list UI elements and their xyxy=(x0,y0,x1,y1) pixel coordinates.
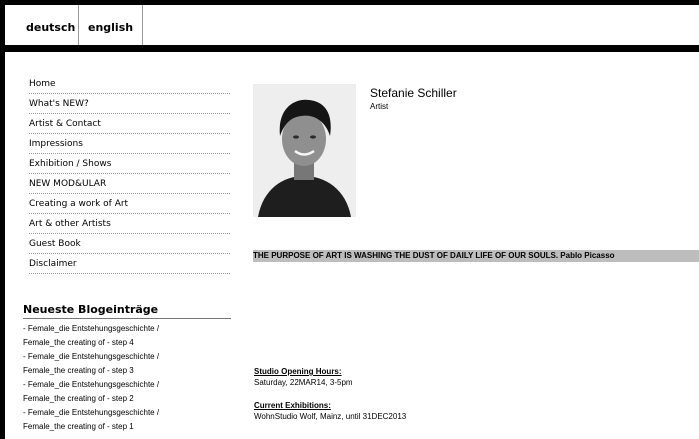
blog-section-title: Neueste Blogeinträge xyxy=(23,303,159,316)
nav-item-creating-work-of-art[interactable]: Creating a work of Art xyxy=(29,194,230,214)
nav-item-disclaimer[interactable]: Disclaimer xyxy=(29,254,230,274)
artist-name: Stefanie Schiller xyxy=(370,86,457,100)
blog-entry-link[interactable]: - Female_die Entstehungsgeschichte / xyxy=(23,406,253,420)
nav-item-whats-new[interactable]: What's NEW? xyxy=(29,94,230,114)
blog-entry-link[interactable]: - Female_die Entstehungsgeschichte / xyxy=(23,350,253,364)
blog-entry-link[interactable]: Female_the creating of - step 2 xyxy=(23,392,253,406)
blog-entries-list: - Female_die Entstehungsgeschichte / Fem… xyxy=(23,322,253,434)
studio-hours-block: Studio Opening Hours: Saturday, 22MAR14,… xyxy=(254,366,353,388)
studio-hours-heading: Studio Opening Hours: xyxy=(254,367,342,376)
nav-item-guest-book[interactable]: Guest Book xyxy=(29,234,230,254)
main-navigation: Home What's NEW? Artist & Contact Impres… xyxy=(29,74,230,274)
nav-item-exhibition-shows[interactable]: Exhibition / Shows xyxy=(29,154,230,174)
nav-item-new-modular[interactable]: NEW MOD&ULAR xyxy=(29,174,230,194)
blog-entry-link[interactable]: Female_the creating of - step 4 xyxy=(23,336,253,350)
blog-entry-link[interactable]: - Female_die Entstehungsgeschichte / xyxy=(23,378,253,392)
language-link-deutsch[interactable]: deutsch xyxy=(17,5,84,45)
current-exhibitions-heading: Current Exhibitions: xyxy=(254,401,331,410)
blog-divider xyxy=(23,318,231,319)
nav-item-artist-contact[interactable]: Artist & Contact xyxy=(29,114,230,134)
nav-item-art-other-artists[interactable]: Art & other Artists xyxy=(29,214,230,234)
artist-portrait-photo xyxy=(253,84,356,217)
blog-entry-link[interactable]: - Female_die Entstehungsgeschichte / xyxy=(23,322,253,336)
nav-item-impressions[interactable]: Impressions xyxy=(29,134,230,154)
current-exhibitions-text: WohnStudio Wolf, Mainz, until 31DEC2013 xyxy=(254,412,407,421)
page: deutsch english Home What's NEW? Artist … xyxy=(5,5,699,439)
language-bar: deutsch english xyxy=(5,5,699,45)
header-bar xyxy=(5,45,699,52)
quote-banner: THE PURPOSE OF ART IS WASHING THE DUST O… xyxy=(253,250,699,262)
language-link-english[interactable]: english xyxy=(78,5,144,45)
nav-item-home[interactable]: Home xyxy=(29,74,230,94)
artist-role: Artist xyxy=(370,102,389,111)
studio-hours-text: Saturday, 22MAR14, 3-5pm xyxy=(254,378,353,387)
blog-entry-link[interactable]: Female_the creating of - step 3 xyxy=(23,364,253,378)
current-exhibitions-block: Current Exhibitions: WohnStudio Wolf, Ma… xyxy=(254,400,406,422)
blog-entry-link[interactable]: Female_the creating of - step 1 xyxy=(23,420,253,434)
